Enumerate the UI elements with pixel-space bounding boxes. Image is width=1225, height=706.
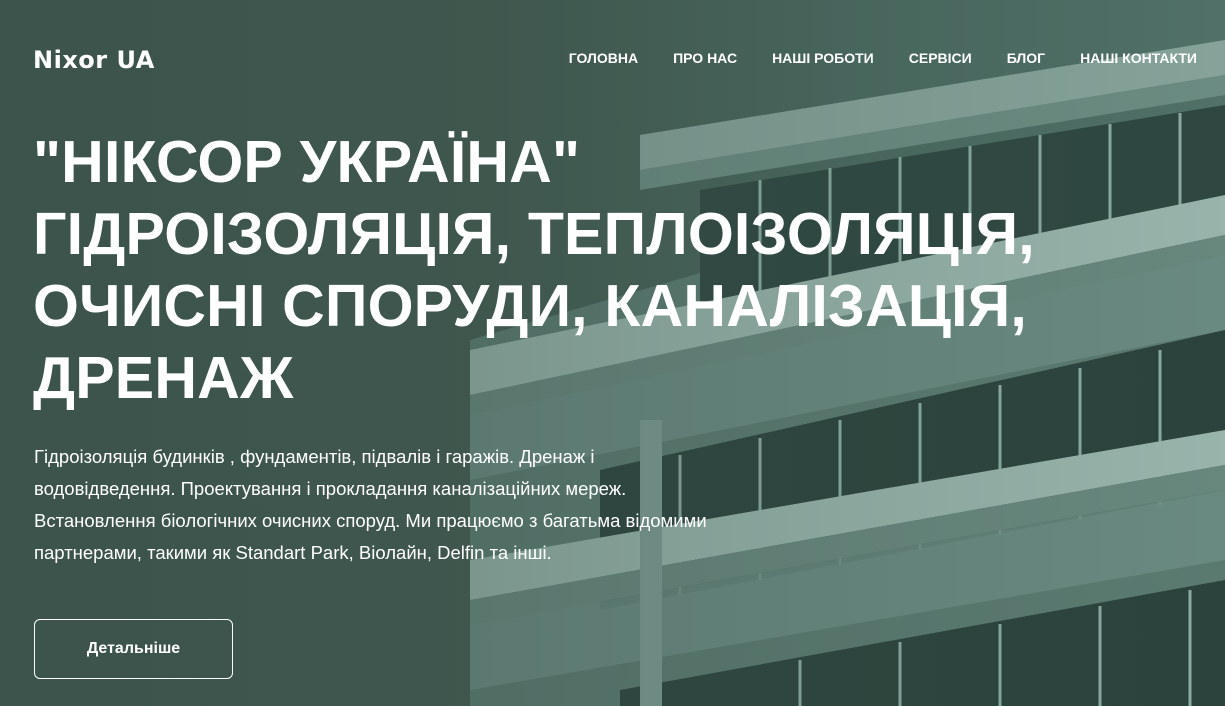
headline-line: ОЧИСНІ СПОРУДИ, КАНАЛІЗАЦІЯ,: [33, 273, 1027, 339]
hero-headline: "НІКСОР УКРАЇНА" ГІДРОІЗОЛЯЦІЯ, ТЕПЛОІЗО…: [33, 126, 1073, 414]
nav-item-works[interactable]: НАШІ РОБОТИ: [772, 50, 874, 66]
headline-line: "НІКСОР УКРАЇНА": [33, 129, 581, 195]
nav-item-home[interactable]: ГОЛОВНА: [569, 50, 638, 66]
site-header: Nixor UA ГОЛОВНА ПРО НАС НАШІ РОБОТИ СЕР…: [0, 0, 1225, 120]
nav-item-about[interactable]: ПРО НАС: [673, 50, 737, 66]
nav-item-blog[interactable]: БЛОГ: [1007, 50, 1045, 66]
hero-description: Гідроізоляція будинків , фундаментів, пі…: [34, 446, 707, 563]
site-logo[interactable]: Nixor UA: [33, 46, 155, 74]
headline-line: ДРЕНАЖ: [33, 345, 294, 411]
nav-item-services[interactable]: СЕРВІСИ: [909, 50, 972, 66]
headline-line: ГІДРОІЗОЛЯЦІЯ, ТЕПЛОІЗОЛЯЦІЯ,: [33, 201, 1035, 267]
main-nav: ГОЛОВНА ПРО НАС НАШІ РОБОТИ СЕРВІСИ БЛОГ…: [534, 50, 1197, 66]
details-button[interactable]: Детальніше: [34, 619, 233, 679]
nav-item-contacts[interactable]: НАШІ КОНТАКТИ: [1080, 50, 1197, 66]
